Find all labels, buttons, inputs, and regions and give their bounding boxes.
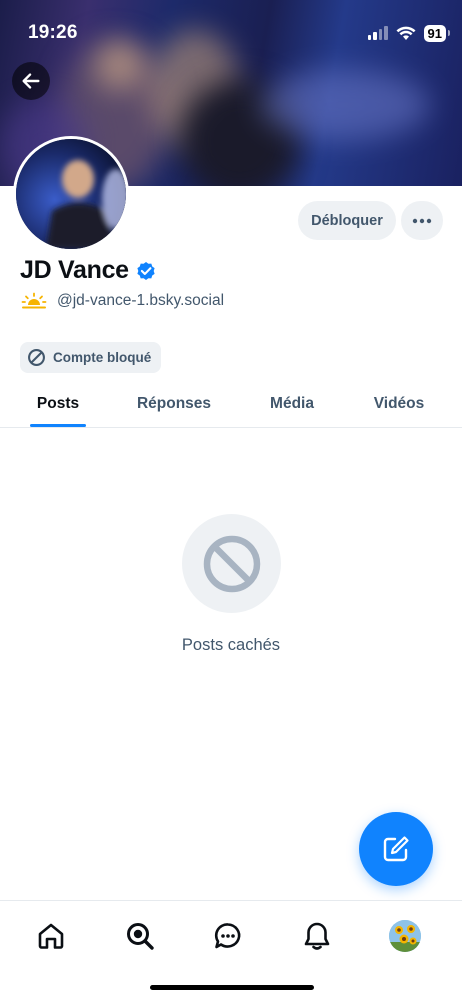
home-indicator (150, 985, 314, 990)
more-options-button[interactable] (401, 201, 443, 240)
cellular-signal-icon (367, 26, 388, 40)
compose-icon (383, 836, 409, 862)
bell-icon (304, 922, 330, 950)
status-bar: 19:26 91 (0, 0, 462, 68)
block-icon (203, 535, 260, 592)
active-tab-indicator (30, 424, 86, 427)
back-button[interactable] (12, 62, 50, 100)
display-name-row: JD Vance (20, 256, 157, 285)
profile-avatar[interactable] (13, 136, 129, 252)
nav-profile[interactable] (385, 918, 425, 954)
unblock-button[interactable]: Débloquer (298, 201, 396, 240)
nav-notifications[interactable] (297, 918, 337, 954)
nav-home[interactable] (31, 918, 71, 954)
block-icon (28, 349, 45, 366)
profile-tabs: Posts Réponses Média Vidéos (0, 380, 462, 428)
profile-handle: @jd-vance-1.bsky.social (57, 292, 225, 309)
status-time: 19:26 (28, 22, 78, 43)
nav-search[interactable] (120, 918, 160, 954)
status-indicators: 91 (367, 24, 451, 42)
sunflower-avatar-image (389, 920, 421, 952)
chat-icon (214, 923, 241, 949)
verified-check-icon (137, 261, 155, 280)
tab-videos-label: Vidéos (373, 394, 425, 412)
tab-posts-label: Posts (36, 394, 80, 412)
wifi-icon (396, 26, 416, 40)
avatar-image (16, 139, 126, 249)
ellipsis-icon (412, 218, 432, 223)
battery-indicator: 91 (423, 24, 451, 42)
profile-avatar (389, 920, 421, 952)
tab-videos[interactable]: Vidéos (364, 380, 434, 427)
tab-replies-label: Réponses (136, 394, 212, 412)
sun-icon (21, 292, 47, 309)
display-name: JD Vance (20, 256, 129, 284)
tab-media-label: Média (270, 394, 314, 412)
compose-button[interactable] (359, 812, 433, 886)
hidden-posts-text: Posts cachés (181, 636, 281, 654)
blocked-label: Compte bloqué (53, 350, 152, 365)
tab-posts[interactable]: Posts (30, 380, 86, 427)
nav-chat[interactable] (208, 918, 248, 954)
handle-row: @jd-vance-1.bsky.social (21, 292, 224, 310)
arrow-left-icon (22, 73, 40, 89)
tab-replies[interactable]: Réponses (128, 380, 220, 427)
search-icon (127, 923, 154, 950)
home-icon (38, 923, 64, 949)
hidden-posts-icon-circle (182, 514, 281, 613)
blocked-badge: Compte bloqué (20, 342, 162, 373)
tab-media[interactable]: Média (258, 380, 326, 427)
